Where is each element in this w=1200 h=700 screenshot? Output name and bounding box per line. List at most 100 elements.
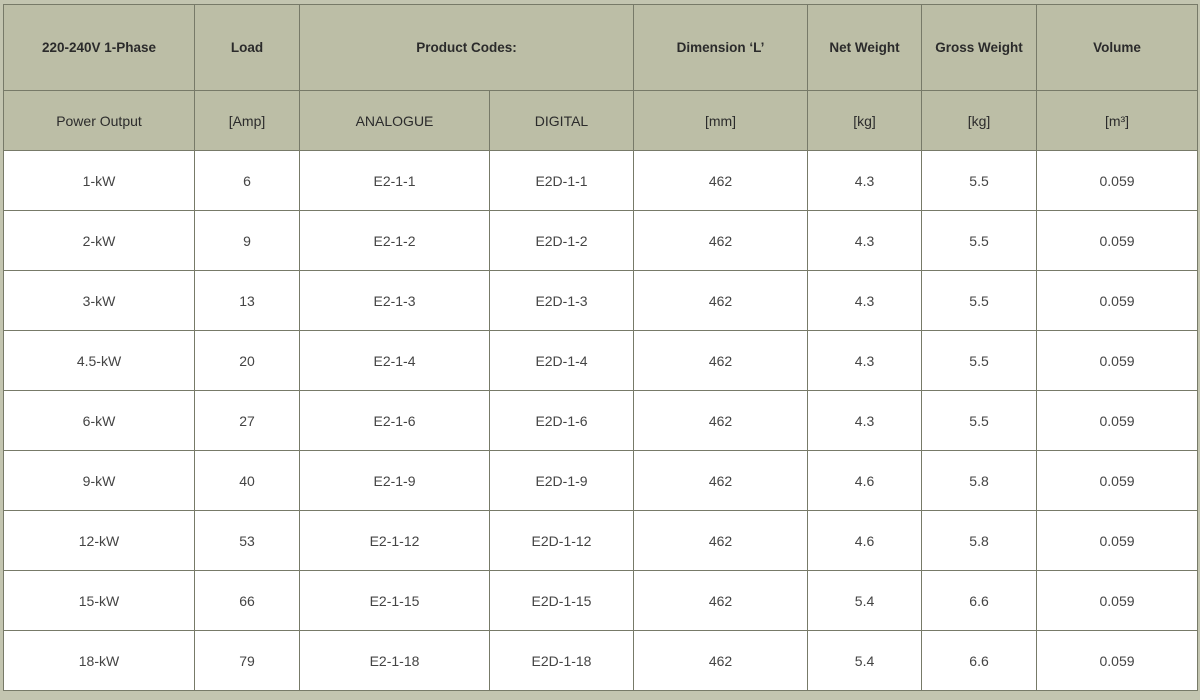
product-spec-table: 220-240V 1-Phase Load Product Codes: Dim… [3, 4, 1199, 691]
cell-analogue-code: E2-1-9 [299, 450, 490, 511]
header-mm-unit: [mm] [633, 90, 809, 151]
header-power-output: Power Output [3, 90, 195, 151]
cell-dimension: 462 [633, 150, 809, 211]
cell-net-weight: 5.4 [807, 630, 923, 691]
cell-analogue-code: E2-1-15 [299, 570, 490, 631]
cell-power-output: 3-kW [3, 270, 195, 331]
header-digital: DIGITAL [488, 90, 635, 151]
cell-dimension: 462 [633, 450, 809, 511]
cell-net-weight: 4.3 [807, 210, 923, 271]
header-dimension: Dimension ‘L’ [633, 4, 809, 91]
cell-net-weight: 4.6 [807, 450, 923, 511]
cell-load: 6 [194, 150, 300, 211]
cell-volume: 0.059 [1036, 570, 1199, 631]
header-load: Load [194, 4, 300, 91]
cell-digital-code: E2D-1-4 [488, 330, 635, 391]
cell-net-weight: 4.3 [807, 270, 923, 331]
cell-load: 53 [194, 510, 300, 571]
cell-digital-code: E2D-1-1 [488, 150, 635, 211]
header-phase: 220-240V 1-Phase [3, 4, 195, 91]
cell-digital-code: E2D-1-9 [488, 450, 635, 511]
table-row: 15-kW 66 E2-1-15 E2D-1-15 462 5.4 6.6 0.… [3, 570, 1199, 631]
header-row-2: Power Output [Amp] ANALOGUE DIGITAL [mm]… [3, 90, 1199, 151]
cell-analogue-code: E2-1-1 [299, 150, 490, 211]
table-row: 18-kW 79 E2-1-18 E2D-1-18 462 5.4 6.6 0.… [3, 630, 1199, 691]
header-net-weight: Net Weight [807, 4, 923, 91]
header-row-1: 220-240V 1-Phase Load Product Codes: Dim… [3, 4, 1199, 91]
cell-analogue-code: E2-1-3 [299, 270, 490, 331]
cell-dimension: 462 [633, 210, 809, 271]
table-row: 12-kW 53 E2-1-12 E2D-1-12 462 4.6 5.8 0.… [3, 510, 1199, 571]
cell-analogue-code: E2-1-12 [299, 510, 490, 571]
table-row: 3-kW 13 E2-1-3 E2D-1-3 462 4.3 5.5 0.059 [3, 270, 1199, 331]
header-product-codes: Product Codes: [298, 4, 635, 91]
cell-digital-code: E2D-1-18 [488, 630, 635, 691]
cell-volume: 0.059 [1036, 450, 1199, 511]
cell-power-output: 2-kW [3, 210, 195, 271]
header-volume: Volume [1036, 4, 1199, 91]
table-footer-band [0, 692, 1200, 700]
cell-dimension: 462 [633, 630, 809, 691]
cell-digital-code: E2D-1-3 [488, 270, 635, 331]
cell-power-output: 4.5-kW [3, 330, 195, 391]
cell-analogue-code: E2-1-4 [299, 330, 490, 391]
cell-net-weight: 5.4 [807, 570, 923, 631]
cell-volume: 0.059 [1036, 630, 1199, 691]
cell-power-output: 12-kW [3, 510, 195, 571]
header-amp-unit: [Amp] [194, 90, 300, 151]
cell-analogue-code: E2-1-18 [299, 630, 490, 691]
cell-power-output: 18-kW [3, 630, 195, 691]
cell-load: 13 [194, 270, 300, 331]
cell-gross-weight: 5.8 [921, 450, 1038, 511]
cell-dimension: 462 [633, 390, 809, 451]
cell-volume: 0.059 [1036, 150, 1199, 211]
cell-volume: 0.059 [1036, 210, 1199, 271]
header-gross-weight: Gross Weight [921, 4, 1038, 91]
cell-gross-weight: 6.6 [921, 630, 1038, 691]
cell-gross-weight: 5.5 [921, 150, 1038, 211]
table-row: 2-kW 9 E2-1-2 E2D-1-2 462 4.3 5.5 0.059 [3, 210, 1199, 271]
table-row: 9-kW 40 E2-1-9 E2D-1-9 462 4.6 5.8 0.059 [3, 450, 1199, 511]
header-net-kg-unit: [kg] [807, 90, 923, 151]
cell-gross-weight: 6.6 [921, 570, 1038, 631]
cell-dimension: 462 [633, 270, 809, 331]
cell-analogue-code: E2-1-6 [299, 390, 490, 451]
cell-gross-weight: 5.8 [921, 510, 1038, 571]
cell-analogue-code: E2-1-2 [299, 210, 490, 271]
cell-volume: 0.059 [1036, 510, 1199, 571]
spec-table-container: 220-240V 1-Phase Load Product Codes: Dim… [3, 4, 1199, 691]
cell-digital-code: E2D-1-6 [488, 390, 635, 451]
cell-power-output: 6-kW [3, 390, 195, 451]
header-gross-kg-unit: [kg] [921, 90, 1038, 151]
cell-load: 20 [194, 330, 300, 391]
cell-net-weight: 4.6 [807, 510, 923, 571]
cell-net-weight: 4.3 [807, 150, 923, 211]
cell-load: 9 [194, 210, 300, 271]
cell-load: 66 [194, 570, 300, 631]
cell-net-weight: 4.3 [807, 390, 923, 451]
cell-digital-code: E2D-1-2 [488, 210, 635, 271]
table-row: 4.5-kW 20 E2-1-4 E2D-1-4 462 4.3 5.5 0.0… [3, 330, 1199, 391]
cell-digital-code: E2D-1-12 [488, 510, 635, 571]
cell-gross-weight: 5.5 [921, 270, 1038, 331]
cell-volume: 0.059 [1036, 270, 1199, 331]
cell-dimension: 462 [633, 510, 809, 571]
cell-dimension: 462 [633, 330, 809, 391]
cell-power-output: 9-kW [3, 450, 195, 511]
cell-load: 79 [194, 630, 300, 691]
cell-dimension: 462 [633, 570, 809, 631]
table-row: 6-kW 27 E2-1-6 E2D-1-6 462 4.3 5.5 0.059 [3, 390, 1199, 451]
cell-load: 40 [194, 450, 300, 511]
cell-gross-weight: 5.5 [921, 210, 1038, 271]
cell-net-weight: 4.3 [807, 330, 923, 391]
cell-gross-weight: 5.5 [921, 390, 1038, 451]
cell-digital-code: E2D-1-15 [488, 570, 635, 631]
header-volume-unit: [m³] [1036, 90, 1199, 151]
cell-power-output: 15-kW [3, 570, 195, 631]
table-row: 1-kW 6 E2-1-1 E2D-1-1 462 4.3 5.5 0.059 [3, 150, 1199, 211]
cell-gross-weight: 5.5 [921, 330, 1038, 391]
header-analogue: ANALOGUE [299, 90, 490, 151]
cell-volume: 0.059 [1036, 390, 1199, 451]
cell-load: 27 [194, 390, 300, 451]
cell-volume: 0.059 [1036, 330, 1199, 391]
